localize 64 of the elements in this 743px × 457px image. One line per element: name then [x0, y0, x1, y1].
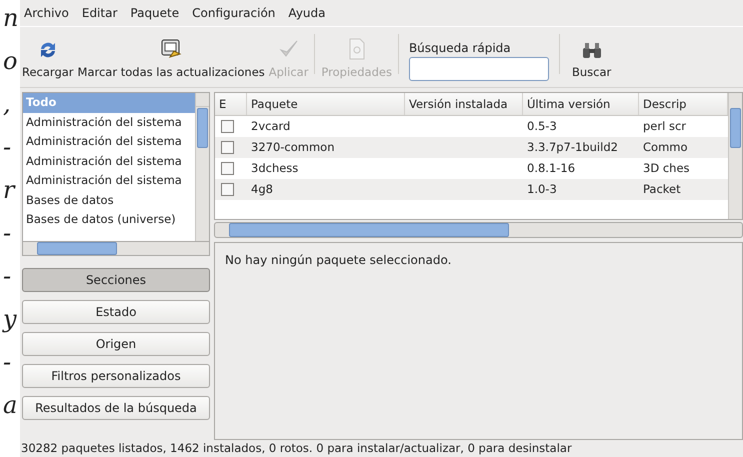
table-cell: 1.0-3 [527, 182, 557, 196]
filter-button[interactable]: Secciones [22, 268, 210, 292]
background-text: - [2, 218, 12, 249]
filter-button[interactable]: Estado [22, 300, 210, 324]
background-text: n [2, 3, 20, 34]
table-cell: Commo [643, 140, 688, 154]
checkbox[interactable] [221, 162, 234, 175]
table-cell: 3.3.7p7-1build2 [527, 140, 618, 154]
toolbar-button[interactable]: Recargar [20, 40, 76, 81]
menu-item[interactable]: Configuración [190, 2, 278, 24]
section-item[interactable]: Administración del sistema [23, 112, 195, 132]
menu-item[interactable]: Paquete [128, 2, 182, 24]
table-cell: 3270-common [251, 140, 335, 154]
filter-button[interactable]: Resultados de la búsqueda [22, 396, 210, 420]
section-item[interactable]: Administración del sistema [23, 171, 195, 190]
background-text: a [2, 390, 18, 421]
table-cell: 4g8 [251, 182, 273, 196]
filter-button[interactable]: Origen [22, 332, 210, 356]
background-text: - [2, 347, 12, 378]
table-cell: Packet [643, 182, 681, 196]
section-item[interactable]: Administración del sistema [23, 132, 195, 152]
status-text: 30282 paquetes listados, 1462 instalados, 0 rotos. 0 para instalar/actualizar, 0 para desinstalar [21, 441, 572, 455]
background-text: - [2, 261, 12, 292]
details-text: No hay ningún paquete seleccionado. [225, 253, 452, 267]
filter-button[interactable]: Filtros personalizados [22, 364, 210, 388]
table-cell: perl scr [643, 119, 686, 133]
section-item[interactable]: Bases de datos (universe) [23, 210, 195, 230]
toolbar-button[interactable]: Marcar todas las actualizaciones [76, 38, 267, 81]
column-header[interactable]: E [215, 93, 247, 115]
column-header[interactable]: Versión instalada [405, 93, 523, 115]
horizontal-scrollbar[interactable] [214, 222, 743, 238]
table-row[interactable]: 4g8 1.0-3 Packet [215, 179, 728, 200]
menu-item[interactable]: Ayuda [286, 2, 328, 24]
background-text: , [2, 89, 12, 120]
table-cell: 3dchess [251, 161, 298, 175]
table-row[interactable]: 2vcard 0.5-3 perl scr [215, 116, 728, 137]
horizontal-scrollbar[interactable] [22, 242, 210, 256]
table-cell: 3D ches [643, 161, 690, 175]
background-text: y [1, 304, 18, 335]
binoculars-icon [580, 42, 603, 60]
background-text: o [2, 46, 18, 77]
column-header[interactable]: Última versión [523, 93, 639, 115]
vertical-scrollbar[interactable] [195, 93, 209, 241]
checkbox[interactable] [221, 183, 234, 196]
menu-item[interactable]: Editar [80, 2, 120, 24]
menu-item[interactable]: Archivo [22, 2, 71, 24]
document-icon [348, 38, 366, 60]
checkbox[interactable] [221, 141, 234, 154]
column-header[interactable]: Paquete [247, 93, 405, 115]
table-cell: 0.8.1-16 [527, 161, 576, 175]
monitor-icon [160, 38, 182, 60]
search-label: Búsqueda rápida [408, 40, 512, 57]
section-item[interactable]: Administración del sistema [23, 152, 195, 171]
background-text: - [2, 132, 12, 163]
search-button[interactable]: Buscar [570, 42, 614, 81]
table-row[interactable]: 3270-common 3.3.7p7-1build2 Commo [215, 137, 728, 158]
background-text: r [2, 175, 17, 206]
section-item[interactable]: Bases de datos [23, 190, 195, 210]
checkbox[interactable] [221, 120, 234, 133]
table-cell: 0.5-3 [527, 119, 557, 133]
vertical-scrollbar[interactable] [728, 93, 742, 219]
search-field[interactable] [408, 57, 549, 81]
table-cell: 2vcard [251, 119, 290, 133]
table-row[interactable]: 3dchess 0.8.1-16 3D ches [215, 158, 728, 179]
